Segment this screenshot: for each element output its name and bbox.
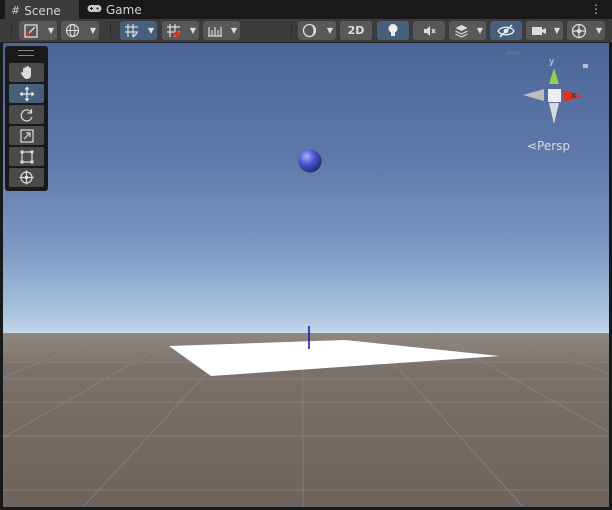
shading-mode-button[interactable]: ▼ [19,21,57,40]
gamepad-icon [87,3,102,16]
effects-button[interactable]: ▼ [449,21,486,40]
gizmo-neg-y-cone [549,103,559,124]
orientation-gizmo [506,51,588,124]
projection-toggle[interactable]: ⋖Persp [527,139,570,153]
tab-bar: # Scene Game ⋮ [0,0,612,19]
gizmo-x-label: x [571,91,577,101]
gizmo-y-axis-cone [549,68,559,84]
shaded-sphere-icon [302,23,317,38]
chevron-down-icon: ▼ [189,26,197,35]
scale-icon [19,128,34,143]
transform-tool-button[interactable] [9,168,44,187]
mute-speaker-icon [423,25,436,36]
rotate-tool-button[interactable] [9,105,44,124]
draw-mode-icon [24,23,38,38]
draw-mode-button[interactable]: ▼ [298,21,336,40]
2d-label: 2D [347,24,365,37]
toolbar-divider [11,23,12,38]
hand-icon [20,66,31,79]
increment-snapping-button[interactable]: ▼ [203,21,240,40]
move-tool-button[interactable] [9,84,44,103]
gizmo-center-cube [548,89,561,102]
grid-snap-settings-icon [167,24,180,37]
snap-increment-button[interactable]: ▼ [162,21,199,40]
gizmos-button[interactable]: ▼ [567,21,605,40]
more-options-icon[interactable]: ⋮ [590,2,602,16]
transform-icon [19,170,34,185]
ruler-icon [208,26,222,37]
scene-visibility-button[interactable] [490,21,522,40]
toolbar-divider [291,23,292,38]
global-local-button[interactable]: ▼ [61,21,99,40]
scene-camera-button[interactable]: ▼ [526,21,563,40]
hidden-eye-icon [497,23,515,38]
scale-tool-button[interactable] [9,126,44,145]
2d-toggle-button[interactable]: 2D [340,21,372,40]
chevron-down-icon: ▼ [326,26,334,35]
tools-overlay [5,46,48,191]
layers-icon [455,24,468,38]
chevron-down-icon: ▼ [595,26,603,35]
gizmo-globe-icon [571,23,587,38]
move-arrows-icon [19,86,34,101]
white-plane-object [169,340,500,376]
lightbulb-icon [388,24,398,36]
tab-scene-label: Scene [24,3,61,18]
audio-toggle-button[interactable] [413,21,445,40]
gizmo-y-label: y [549,57,555,67]
rect-icon [20,150,33,163]
chevron-down-icon: ▼ [47,26,55,35]
rect-tool-button[interactable] [9,147,44,166]
scene-grid-icon: # [11,4,21,17]
overlay-drag-handle[interactable] [18,50,34,56]
scene-toolbar: ▼ ▼ ▼ ▼ ▼ ▼ 2D ▼ ▼ ▼ [0,19,612,43]
scene-render [3,51,609,507]
tab-scene[interactable]: # Scene [5,0,79,19]
chevron-down-icon: ▼ [553,26,561,35]
gizmo-neg-x-cone [523,89,544,101]
grid-snapping-button[interactable]: ▼ [120,21,157,40]
tab-game[interactable]: Game [87,0,147,19]
chevron-down-icon: ▼ [476,26,484,35]
blue-sphere-object [298,149,322,173]
tab-game-label: Game [106,2,142,17]
scene-viewport[interactable]: y x ⋖Persp [3,43,609,507]
camera-icon [532,26,546,35]
chevron-down-icon: ▼ [147,26,155,35]
globe-icon [65,23,80,38]
toolbar-divider [110,23,111,38]
lighting-toggle-button[interactable] [377,21,409,40]
chevron-down-icon: ▼ [230,26,238,35]
chevron-down-icon: ▼ [89,26,97,35]
hand-tool-button[interactable] [9,63,44,82]
rotate-icon [20,108,33,122]
grid-snap-icon [125,24,138,38]
